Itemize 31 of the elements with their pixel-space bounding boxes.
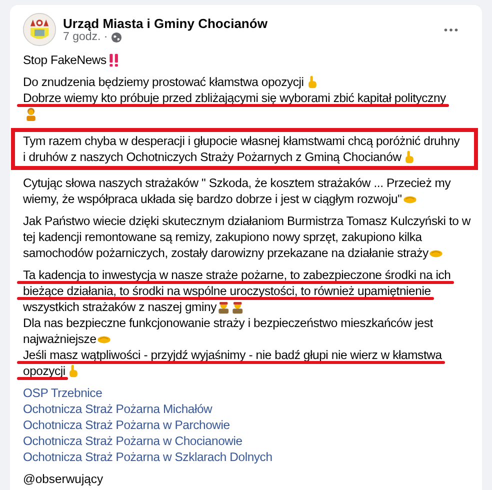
text-line: Stop FakeNews: [23, 53, 106, 67]
more-options-icon[interactable]: [444, 28, 458, 32]
text-line: Dobrze wiemy kto próbuje przed zbliżającymi się wyborami zbić kapitał polityczny: [23, 91, 446, 105]
text-line: wszystkich strażaków z naszej gminy: [23, 300, 216, 314]
page-tag-link[interactable]: Ochotnicza Straż Pożarna w Parchowie: [23, 417, 230, 433]
globe-icon: [110, 32, 122, 42]
firefighters-icon: [217, 300, 246, 314]
person-icon: [24, 107, 38, 121]
text-line: opozycji: [23, 364, 66, 378]
text-line: Tym razem chyba w desperacji i głupocie własnej kłamstwami chcą poróżnić druhny: [23, 134, 460, 148]
text-line: Cytując słowa naszych strażaków " Szkoda, że kosztem strażaków ... Przecież my: [23, 176, 451, 190]
text-line: samochodów pożarniczych, zostały darowizny przekazane na działanie straży: [23, 246, 428, 260]
text-line: Jak Państwo wiecie dzięki skutecznym działaniom Burmistrza Tomasz Kulczyński to w: [23, 214, 471, 228]
text-line: tej kadencji remontowane są remizy, zakupiono nowy sprzęt, zakupiono kilka: [23, 230, 422, 244]
text-line: Jeśli masz wątpliwości - przyjdź wyjaśnimy - nie badź głupi nie wierz w kłamstwa: [23, 348, 442, 362]
avatar-icon[interactable]: [23, 13, 56, 46]
text-line: Do znudzenia będziemy prostować kłamstwa opozycji: [23, 75, 304, 89]
page-tag-link[interactable]: Ochotnicza Straż Pożarna Michałów: [23, 401, 212, 417]
author-name[interactable]: Urząd Miasta i Gminy Chocianów: [63, 16, 437, 31]
underline-mark: [17, 377, 68, 380]
text-line: wiemy, że współpraca układa się bardzo dobrze i jest w ciągłym rozwoju": [23, 192, 402, 206]
page-tag-link[interactable]: OSP Trzebnice: [23, 385, 102, 401]
text-line: i druhów z naszych Ochotniczych Straży Pożarnych z Gminą Chocianów: [23, 150, 402, 164]
text-line: Ta kadencja to inwestycja w nasze straże pożarne, to zabezpieczone środki na ich: [23, 268, 451, 282]
page-tag-link[interactable]: Ochotnicza Straż Pożarna w Szklarach Dolnych: [23, 449, 272, 465]
page-tag-link[interactable]: Ochotnicza Straż Pożarna w Chocianowie: [23, 433, 242, 449]
text-line: Dla nas bezpieczne funkcjonowanie straży i bezpieczeństwo mieszkańców jest: [23, 316, 433, 330]
mention-text[interactable]: @obserwujący: [23, 472, 104, 486]
text-line: najważniejsze: [23, 332, 96, 346]
text-line: bieżące działania, to środki na wspólne uroczystości, to również upamiętnienie: [23, 284, 431, 298]
post-time[interactable]: 7 godz. ·: [63, 31, 108, 43]
